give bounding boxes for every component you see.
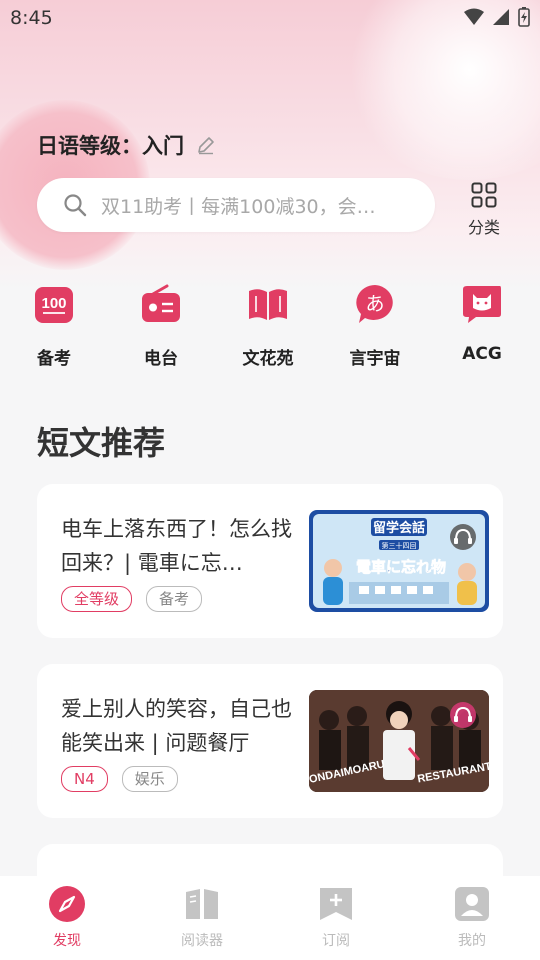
open-book-icon — [186, 889, 218, 919]
thumbnail-illustration: MONDAIMOARU RESTAURANT — [309, 690, 489, 792]
article-card[interactable]: 爱上别人的笑容，自己也能笑出来 | 问题餐厅 N4 娱乐 MONDAIMOARU… — [37, 664, 503, 818]
search-icon — [64, 194, 87, 217]
quick-nav-label: ACG — [462, 344, 502, 364]
quick-nav-acg[interactable]: ACG — [437, 284, 527, 364]
compass-icon — [49, 886, 85, 922]
hiragana-a-icon: あ — [356, 285, 393, 323]
radio-icon — [142, 284, 180, 322]
wifi-icon — [464, 8, 484, 25]
level-text: 日语等级：入门 — [37, 134, 184, 158]
tab-label: 订阅 — [322, 933, 350, 949]
section-title: 短文推荐 — [37, 424, 166, 462]
book-icon — [249, 289, 287, 320]
tab-label: 发现 — [53, 933, 81, 949]
tab-me[interactable]: 我的 — [422, 886, 522, 950]
quick-nav-universe[interactable]: あ 言宇宙 — [330, 284, 420, 369]
status-icons — [464, 7, 530, 27]
search-placeholder: 双11助考丨每满100减30，会… — [101, 195, 376, 218]
cat-face-icon — [463, 286, 501, 323]
thumb-line2: 第三十四回 — [382, 541, 417, 550]
tag-level: N4 — [61, 766, 108, 792]
article-title: 电车上落东西了！怎么找回来？| 電車に忘… — [61, 517, 292, 575]
signal-icon — [493, 9, 509, 25]
quick-nav-radio[interactable]: 电台 — [116, 284, 206, 369]
tab-subscribe[interactable]: 订阅 — [286, 886, 386, 950]
person-icon — [455, 887, 489, 921]
thumb-line1: 留学会話 — [373, 520, 425, 536]
tab-label: 阅读器 — [181, 933, 223, 949]
level-selector[interactable]: 日语等级：入门 — [37, 130, 216, 160]
category-label: 分类 — [467, 218, 500, 237]
thumb-line3: 電車に忘れ物 — [356, 558, 446, 576]
exam-100-icon: 100 — [35, 287, 73, 323]
status-bar: 8:45 — [0, 0, 540, 36]
thumbnail-illustration: 留学会話 第三十四回 電車に忘れ物 — [313, 514, 485, 608]
grid-icon — [471, 182, 497, 208]
quick-nav-exam[interactable]: 100 备考 — [9, 284, 99, 369]
quick-nav-label: 言宇宙 — [349, 349, 401, 369]
tab-discover[interactable]: 发现 — [17, 886, 117, 950]
bottom-tab-bar: 发现 阅读器 订阅 我的 — [0, 876, 540, 960]
article-thumbnail: MONDAIMOARU RESTAURANT — [309, 690, 489, 792]
tag-category: 备考 — [146, 586, 203, 612]
quick-nav-literature[interactable]: 文花苑 — [223, 284, 313, 369]
tag-level: 全等级 — [61, 586, 133, 612]
search-input[interactable]: 双11助考丨每满100减30，会… — [37, 178, 435, 232]
article-thumbnail: 留学会話 第三十四回 電車に忘れ物 — [309, 510, 489, 612]
status-time: 8:45 — [10, 7, 53, 29]
tag-category: 娱乐 — [121, 766, 178, 792]
svg-text:あ: あ — [365, 293, 384, 315]
article-title: 爱上别人的笑容，自己也能笑出来 | 问题餐厅 — [61, 697, 292, 755]
battery-icon — [518, 7, 530, 27]
tab-label: 我的 — [458, 933, 486, 949]
article-card[interactable]: 电车上落东西了！怎么找回来？| 電車に忘… 全等级 备考 留学会話 第三十四回 … — [37, 484, 503, 638]
bookmark-plus-icon — [320, 888, 352, 920]
category-button[interactable]: 分类 — [460, 182, 508, 238]
edit-icon[interactable] — [196, 135, 216, 155]
quick-nav-label: 备考 — [37, 349, 71, 369]
quick-nav-label: 电台 — [144, 349, 178, 369]
quick-nav-label: 文花苑 — [242, 349, 294, 369]
svg-text:100: 100 — [41, 295, 66, 312]
article-tags: N4 娱乐 — [61, 766, 178, 792]
article-tags: 全等级 备考 — [61, 586, 203, 612]
tab-reader[interactable]: 阅读器 — [152, 886, 252, 950]
quick-nav: 100 备考 电台 文花苑 あ 言宇宙 ACG — [0, 284, 540, 374]
